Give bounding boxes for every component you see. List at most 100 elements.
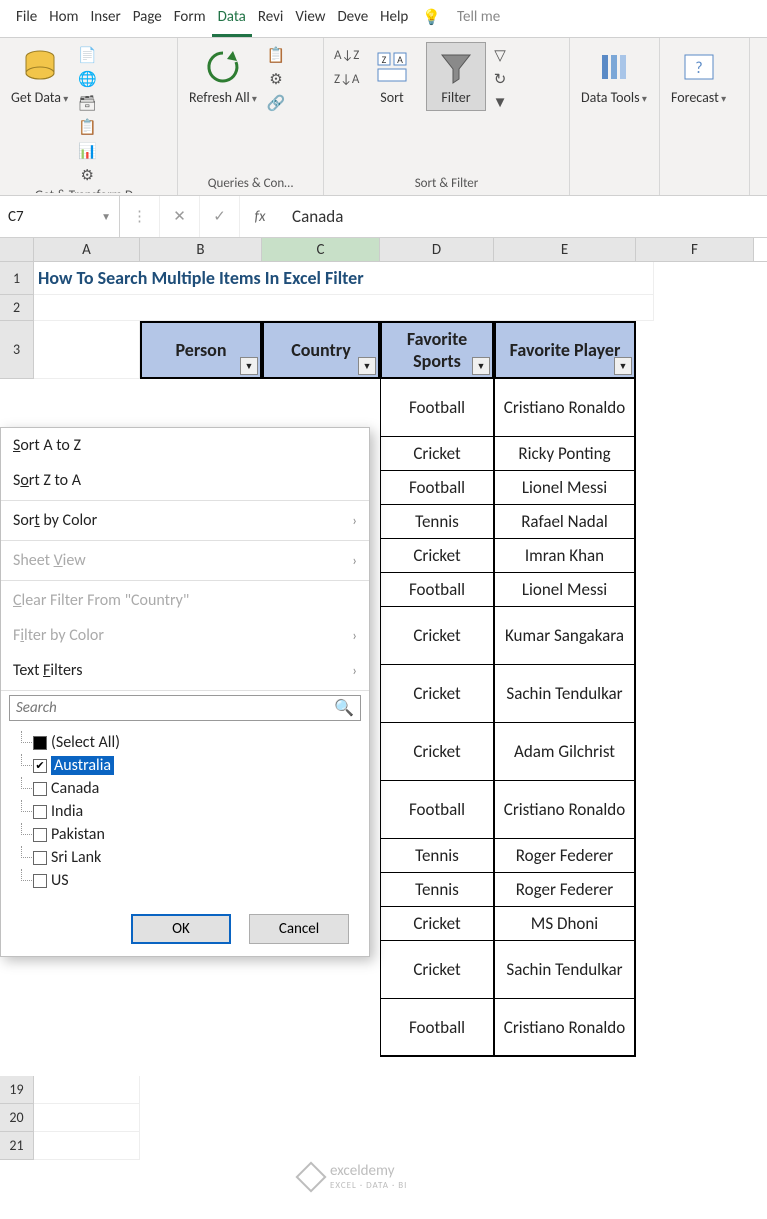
header-sports[interactable]: Favorite Sports ▼	[380, 321, 494, 379]
filter-menu-item[interactable]: Text Filters›	[1, 653, 369, 688]
tab-form[interactable]: Form	[168, 0, 212, 37]
filter-value-item[interactable]: Canada	[15, 777, 355, 800]
filter-search-input[interactable]	[16, 699, 334, 717]
get-data-button[interactable]: Get Data	[6, 42, 73, 111]
filter-value-item[interactable]: Australia	[15, 754, 355, 777]
cell-sport[interactable]: Cricket	[380, 437, 494, 471]
row-header[interactable]: 21	[0, 1132, 34, 1160]
tab-view[interactable]: View	[289, 0, 331, 37]
col-header-E[interactable]: E	[494, 238, 636, 261]
select-all-corner[interactable]	[0, 238, 34, 261]
cell-player[interactable]: Sachin Tendulkar	[494, 941, 636, 999]
tell-me[interactable]: Tell me	[449, 0, 508, 37]
formula-value[interactable]: Canada	[280, 196, 767, 237]
filter-value-item[interactable]: India	[15, 800, 355, 823]
filter-dropdown-icon[interactable]: ▼	[240, 357, 258, 375]
filter-value-item[interactable]: Pakistan	[15, 823, 355, 846]
cell-player[interactable]: Cristiano Ronaldo	[494, 781, 636, 839]
cell-player[interactable]: Ricky Ponting	[494, 437, 636, 471]
filter-menu-item[interactable]: Sort A to Z	[1, 428, 369, 463]
filter-dropdown-icon[interactable]: ▼	[614, 357, 632, 375]
checkbox[interactable]	[33, 828, 47, 842]
filter-value-item[interactable]: Sri Lank	[15, 846, 355, 869]
checkbox[interactable]	[33, 851, 47, 865]
cell-sport[interactable]: Cricket	[380, 607, 494, 665]
filter-menu-item[interactable]: Sort Z to A	[1, 463, 369, 498]
checkbox[interactable]	[33, 736, 47, 750]
cell-sport[interactable]: Football	[380, 781, 494, 839]
row-header[interactable]: 3	[0, 321, 34, 379]
cancel-formula-button[interactable]: ✕	[160, 196, 200, 237]
cell-sport[interactable]: Cricket	[380, 723, 494, 781]
cell-sport[interactable]: Cricket	[380, 665, 494, 723]
tab-page[interactable]: Page	[127, 0, 168, 37]
data-tools-button[interactable]: Data Tools	[576, 42, 652, 111]
tab-revi[interactable]: Revi	[252, 0, 290, 37]
cancel-button[interactable]: Cancel	[249, 914, 349, 944]
cell-sport[interactable]: Football	[380, 471, 494, 505]
tab-data[interactable]: Data	[212, 0, 252, 37]
row-header[interactable]: 20	[0, 1104, 34, 1132]
header-person[interactable]: Person ▼	[140, 321, 262, 379]
checkbox[interactable]	[33, 805, 47, 819]
filter-value-item[interactable]: US	[15, 869, 355, 892]
title-cell[interactable]: How To Search Multiple Items In Excel Fi…	[34, 262, 654, 295]
refresh-all-button[interactable]: Refresh All	[184, 42, 262, 111]
accept-formula-button[interactable]: ✓	[200, 196, 240, 237]
filter-menu-item[interactable]: Sort by Color›	[1, 503, 369, 538]
cell-player[interactable]: Lionel Messi	[494, 471, 636, 505]
fx-label[interactable]: fx	[240, 196, 280, 237]
tab-hom[interactable]: Hom	[43, 0, 84, 37]
cell-sport[interactable]: Tennis	[380, 873, 494, 907]
cell-player[interactable]: Adam Gilchrist	[494, 723, 636, 781]
sort-button[interactable]: ZA Sort	[362, 42, 422, 111]
cell-player[interactable]: Rafael Nadal	[494, 505, 636, 539]
cell-sport[interactable]: Football	[380, 573, 494, 607]
tab-deve[interactable]: Deve	[331, 0, 374, 37]
cell-player[interactable]: Roger Federer	[494, 873, 636, 907]
header-player[interactable]: Favorite Player ▼	[494, 321, 636, 379]
cell-sport[interactable]: Cricket	[380, 907, 494, 941]
col-header-C[interactable]: C	[262, 238, 380, 261]
cell-player[interactable]: Kumar Sangakara	[494, 607, 636, 665]
filter-button[interactable]: Filter	[426, 42, 486, 111]
get-data-small-icons[interactable]: 📄🌐🗃📋📊⚙	[77, 42, 97, 186]
cell-player[interactable]: Roger Federer	[494, 839, 636, 873]
cell-sport[interactable]: Tennis	[380, 839, 494, 873]
cell-sport[interactable]: Tennis	[380, 505, 494, 539]
cell-player[interactable]: Lionel Messi	[494, 573, 636, 607]
cell-player[interactable]: Cristiano Ronaldo	[494, 379, 636, 437]
row-header[interactable]: 19	[0, 1076, 34, 1104]
checkbox[interactable]	[33, 874, 47, 888]
sort-az-icons[interactable]: A↓ZZ↓A	[330, 42, 358, 98]
col-header-B[interactable]: B	[140, 238, 262, 261]
checkbox[interactable]	[33, 782, 47, 796]
tab-inser[interactable]: Inser	[85, 0, 127, 37]
cell-sport[interactable]: Cricket	[380, 539, 494, 573]
tab-help[interactable]: Help	[374, 0, 414, 37]
lightbulb-icon[interactable]: 💡	[414, 0, 449, 37]
forecast-button[interactable]: ? Forecast	[666, 42, 731, 111]
queries-small-icons[interactable]: 📋⚙🔗	[266, 42, 286, 114]
checkbox[interactable]	[33, 759, 47, 773]
cell-sport[interactable]: Football	[380, 999, 494, 1057]
row-header[interactable]: 1	[0, 262, 34, 295]
cell-player[interactable]: Sachin Tendulkar	[494, 665, 636, 723]
cell-sport[interactable]: Football	[380, 379, 494, 437]
filter-dropdown-icon[interactable]: ▼	[472, 357, 490, 375]
col-header-F[interactable]: F	[636, 238, 754, 261]
col-header-D[interactable]: D	[380, 238, 494, 261]
row-header[interactable]: 2	[0, 295, 34, 321]
filter-search-box[interactable]: 🔍	[9, 695, 361, 721]
cell-player[interactable]: MS Dhoni	[494, 907, 636, 941]
cell-player[interactable]: Cristiano Ronaldo	[494, 999, 636, 1057]
name-box[interactable]: C7▼	[0, 196, 120, 237]
tab-file[interactable]: File	[10, 0, 43, 37]
filter-dropdown-icon[interactable]: ▼	[358, 357, 376, 375]
cell-player[interactable]: Imran Khan	[494, 539, 636, 573]
cell-sport[interactable]: Cricket	[380, 941, 494, 999]
col-header-A[interactable]: A	[34, 238, 140, 261]
filter-value-item[interactable]: (Select All)	[15, 731, 355, 754]
filter-small-icons[interactable]: ▽↻▼	[490, 42, 510, 114]
ok-button[interactable]: OK	[131, 914, 231, 944]
